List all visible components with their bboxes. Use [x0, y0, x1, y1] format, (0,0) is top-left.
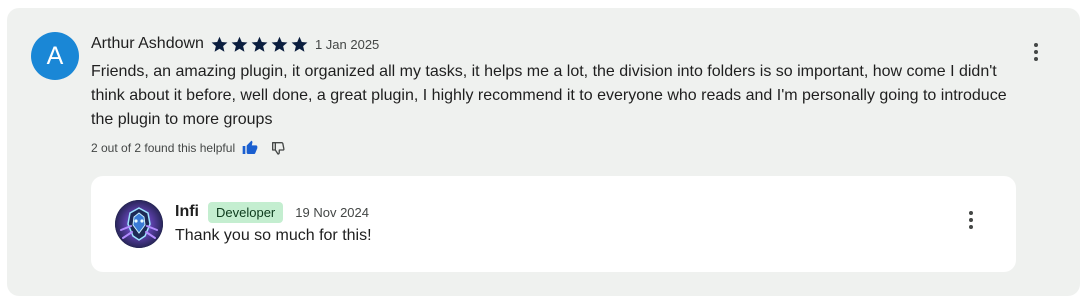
reviewer-name: Arthur Ashdown [91, 35, 204, 52]
star-icon [211, 36, 228, 52]
helpful-count: 2 out of 2 found this helpful [91, 141, 236, 155]
developer-avatar [115, 200, 163, 248]
thumb-up-button[interactable] [241, 139, 259, 157]
developer-badge: Developer [208, 201, 284, 223]
star-icon [231, 36, 248, 52]
developer-logo-icon [115, 200, 163, 248]
review-header: Arthur Ashdown 1 Jan 2025 [91, 34, 379, 54]
dot [969, 211, 973, 215]
star-rating [210, 35, 309, 54]
thumb-down-button[interactable] [269, 139, 287, 157]
avatar-letter: A [46, 41, 64, 70]
star-icon [291, 36, 308, 52]
review-card: A Arthur Ashdown 1 Jan 2025 Friends, an … [7, 8, 1080, 296]
star-icon [251, 36, 268, 52]
dot [1034, 57, 1038, 61]
reply-date: 19 Nov 2024 [295, 204, 369, 220]
dot [969, 218, 973, 222]
review-date: 1 Jan 2025 [314, 36, 380, 52]
thumb-up-icon [242, 140, 258, 154]
developer-reply-card: Infi Developer 19 Nov 2024 Thank you so … [91, 176, 1016, 272]
review-text: Friends, an amazing plugin, it organized… [91, 63, 1007, 128]
developer-name: Infi [175, 203, 199, 220]
reply-text: Thank you so much for this! [175, 227, 372, 244]
reviewer-avatar: A [31, 32, 79, 80]
thumb-down-icon [272, 142, 285, 155]
reply-more-options-button[interactable] [959, 208, 983, 232]
star-icon [271, 36, 288, 52]
dot [969, 225, 973, 229]
reply-header: Infi Developer 19 Nov 2024 [175, 200, 369, 224]
dot [1034, 50, 1038, 54]
dot [1034, 43, 1038, 47]
helpful-row: 2 out of 2 found this helpful [91, 139, 287, 157]
